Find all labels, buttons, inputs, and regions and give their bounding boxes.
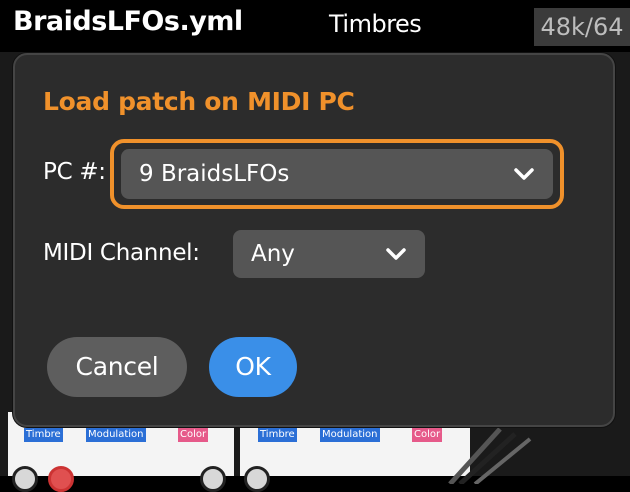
pc-number-select[interactable]: 9 BraidsLFOs [121, 149, 553, 199]
dialog-title: Load patch on MIDI PC [43, 87, 355, 116]
module-tag: Timbre [258, 428, 297, 442]
midi-channel-select[interactable]: Any [233, 230, 425, 278]
knob [244, 466, 270, 492]
chevron-down-icon [514, 168, 534, 180]
sample-rate-badge[interactable]: 48k/64 [534, 8, 630, 46]
ok-button[interactable]: OK [209, 337, 297, 397]
module-tag: Color [412, 428, 443, 442]
load-patch-dialog: Load patch on MIDI PC PC #: 9 BraidsLFOs… [13, 53, 615, 427]
page-name[interactable]: Timbres [329, 10, 422, 38]
cancel-button[interactable]: Cancel [47, 337, 187, 397]
midi-channel-value: Any [251, 241, 295, 267]
chevron-down-icon [386, 248, 406, 260]
midi-channel-label: MIDI Channel: [43, 240, 200, 266]
top-bar: BraidsLFOs.yml Timbres 48k/64 [0, 0, 630, 52]
module-tag: Modulation [320, 428, 380, 442]
module-tag: Timbre [24, 428, 63, 442]
module-tag: Modulation [86, 428, 146, 442]
knob [200, 466, 226, 492]
patch-name[interactable]: BraidsLFOs.yml [13, 6, 243, 37]
pc-number-value: 9 BraidsLFOs [139, 161, 290, 187]
knob [12, 466, 38, 492]
module-tag: Color [178, 428, 209, 442]
knob [48, 466, 74, 492]
patch-cables [448, 427, 532, 484]
pc-number-label: PC #: [43, 159, 106, 185]
